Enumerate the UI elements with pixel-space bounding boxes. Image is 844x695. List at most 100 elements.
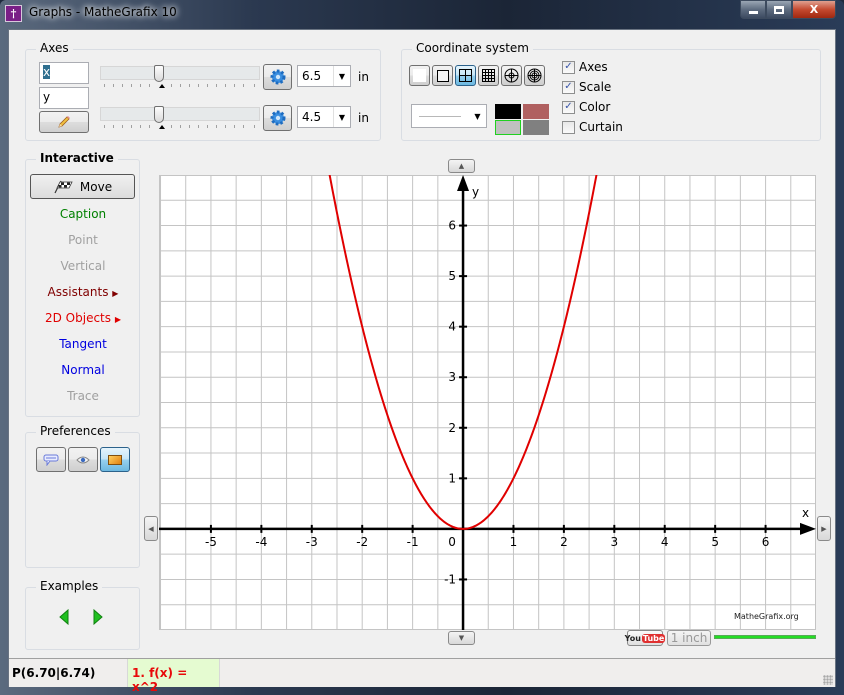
x-length-slider[interactable] — [100, 65, 260, 82]
x-tick-label: 2 — [560, 535, 568, 549]
curtain-checkbox[interactable]: Curtain — [562, 118, 623, 136]
scroll-up-button[interactable]: ▲ — [448, 159, 475, 173]
view-preference-button[interactable] — [68, 447, 98, 472]
minimize-icon — [748, 11, 758, 14]
pencil-icon — [58, 116, 70, 128]
checkbox-unchecked-icon[interactable] — [562, 120, 575, 134]
x-axis-name-input[interactable]: x — [39, 62, 89, 84]
graph-svg[interactable]: x y -5 -4 -3 -2 -1 0 1 2 3 4 5 6 -1 1 2 3 4 5 6 MatheGrafix.o… — [159, 151, 817, 631]
menu-tangent[interactable]: Tangent — [26, 335, 140, 353]
window-title: Graphs - MatheGrafix 10 — [29, 5, 177, 19]
blank-icon — [413, 69, 426, 82]
color-checkbox[interactable]: ✓ Color — [562, 98, 610, 116]
axes-checkbox[interactable]: ✓ Axes — [562, 58, 608, 76]
examples-group: Examples — [25, 579, 140, 650]
y-length-select[interactable]: 4.5 ▼ — [297, 106, 351, 128]
style-grid-button[interactable] — [478, 65, 499, 86]
axes-group: Axes x y 6.5 ▼ 4.5 ▼ in in — [25, 41, 381, 141]
chevron-down-icon[interactable]: ▼ — [333, 107, 350, 127]
y-axis-label: y — [472, 185, 479, 199]
examples-group-label: Examples — [36, 579, 103, 593]
style-frame-button[interactable] — [432, 65, 453, 86]
next-example-button[interactable] — [93, 608, 103, 628]
x-tick-label: 1 — [510, 535, 518, 549]
x-axis-arrow — [800, 522, 816, 535]
client-area: Axes x y 6.5 ▼ 4.5 ▼ in in Coordinate sy… — [8, 29, 836, 694]
x-slider-ticks — [104, 84, 256, 89]
polar-grid-icon — [527, 68, 542, 83]
youtube-button[interactable]: You Tube — [625, 630, 666, 646]
y-length-slider[interactable] — [100, 106, 260, 123]
checkbox-checked-icon[interactable]: ✓ — [562, 100, 575, 114]
gear-icon — [270, 69, 285, 85]
style-cross-button[interactable] — [455, 65, 476, 86]
y-settings-button[interactable] — [263, 105, 292, 131]
x-tick-label: -2 — [356, 535, 368, 549]
move-button[interactable]: Move — [30, 174, 135, 199]
color-swatch-curve[interactable] — [523, 104, 549, 119]
color-swatch-grid[interactable] — [495, 120, 521, 135]
chevron-down-icon[interactable]: ▼ — [333, 66, 350, 86]
x-tick-label: -3 — [306, 535, 318, 549]
submenu-arrow-icon: ▶ — [114, 315, 121, 324]
y-length-slider-thumb[interactable] — [154, 106, 164, 123]
checkbox-checked-icon[interactable]: ✓ — [562, 60, 575, 74]
menu-assistants[interactable]: Assistants ▶ — [26, 283, 140, 301]
x-axis-label: x — [802, 506, 809, 520]
scroll-down-button[interactable]: ▼ — [448, 631, 475, 645]
menu-trace[interactable]: Trace — [26, 387, 140, 405]
y-tick-label: 6 — [448, 219, 456, 233]
x-length-slider-thumb[interactable] — [154, 65, 164, 82]
scroll-left-button[interactable]: ◀ — [144, 516, 158, 541]
y-tick-label: 3 — [448, 370, 456, 384]
menu-normal[interactable]: Normal — [26, 361, 140, 379]
x-unit-label: in — [358, 70, 369, 84]
color-swatch-axes[interactable] — [495, 104, 521, 119]
line-style-select[interactable]: ▼ — [411, 104, 487, 128]
previous-example-button[interactable] — [59, 608, 69, 628]
caption-preference-button[interactable] — [36, 447, 66, 472]
chevron-down-icon[interactable]: ▼ — [469, 105, 486, 127]
menu-caption[interactable]: Caption — [26, 205, 140, 223]
title-bar[interactable]: † Graphs - MatheGrafix 10 X — [0, 0, 844, 26]
style-polar-grid-button[interactable] — [524, 65, 545, 86]
active-function-label[interactable]: 1. f(x) = x^2 — [127, 659, 220, 694]
y-tick-label: 1 — [448, 471, 456, 485]
x-length-select[interactable]: 6.5 ▼ — [297, 65, 351, 87]
inch-scale-bar — [714, 635, 816, 639]
close-button[interactable]: X — [792, 0, 836, 19]
interactive-group-label: Interactive — [36, 151, 118, 165]
style-blank-button[interactable] — [409, 65, 430, 86]
x-settings-button[interactable] — [263, 64, 292, 90]
x-tick-label: 6 — [762, 535, 770, 549]
style-polar-button[interactable] — [501, 65, 522, 86]
background-preference-button[interactable] — [100, 447, 130, 472]
inch-button[interactable]: 1 inch — [667, 630, 711, 646]
menu-2d-objects[interactable]: 2D Objects ▶ — [26, 309, 140, 327]
y-unit-label: in — [358, 111, 369, 125]
color-swatch-background[interactable] — [523, 120, 549, 135]
grid-icon — [482, 69, 495, 82]
minimize-button[interactable] — [740, 0, 766, 19]
y-tick-label: 4 — [448, 320, 456, 334]
resize-grip[interactable] — [823, 675, 833, 685]
maximize-button[interactable] — [766, 0, 792, 19]
menu-point[interactable]: Point — [26, 231, 140, 249]
scale-checkbox[interactable]: ✓ Scale — [562, 78, 611, 96]
cursor-coordinates: P(6.70|6.74) — [12, 666, 96, 680]
preferences-group-label: Preferences — [36, 424, 115, 438]
background-color-icon — [108, 454, 122, 465]
y-slider-ticks — [104, 125, 256, 130]
polar-icon — [504, 68, 519, 83]
checkbox-checked-icon[interactable]: ✓ — [562, 80, 575, 94]
x-tick-label: -4 — [255, 535, 267, 549]
watermark: MatheGrafix.org — [734, 612, 799, 621]
x-tick-label: 5 — [711, 535, 719, 549]
graph-canvas[interactable]: x y -5 -4 -3 -2 -1 0 1 2 3 4 5 6 -1 1 2 3 4 5 6 MatheGrafix.o… — [159, 151, 817, 631]
x-tick-label: 0 — [448, 535, 456, 549]
arrow-down-icon: ▼ — [458, 634, 465, 642]
y-axis-name-input[interactable]: y — [39, 87, 89, 109]
edit-axes-button[interactable] — [39, 111, 89, 133]
menu-vertical[interactable]: Vertical — [26, 257, 140, 275]
scroll-right-button[interactable]: ▶ — [817, 516, 831, 541]
